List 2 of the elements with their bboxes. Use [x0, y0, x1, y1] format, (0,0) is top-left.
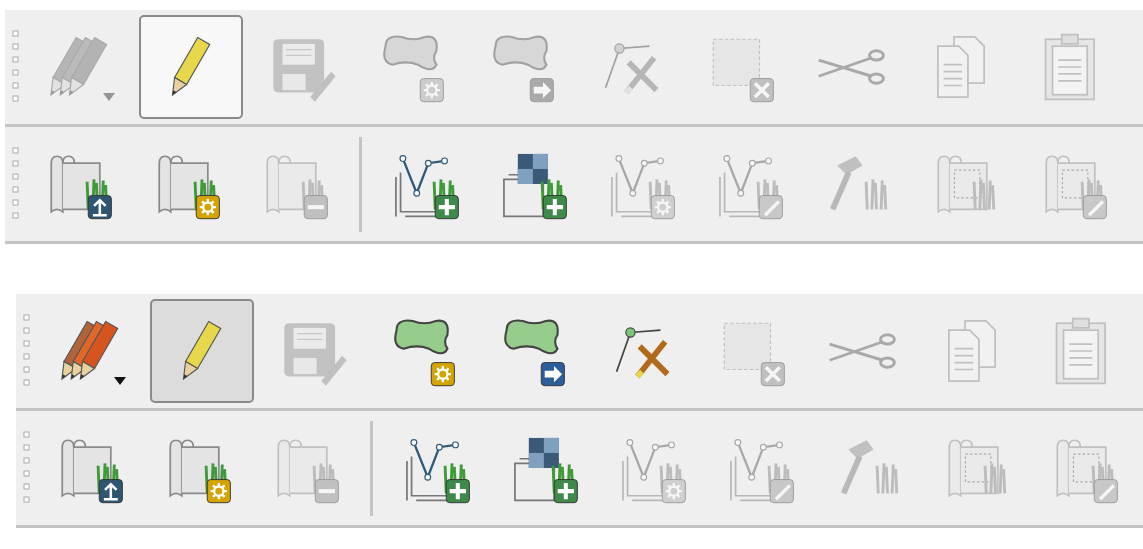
dropdown-caret-icon [103, 93, 115, 101]
dropdown-caret-icon [114, 377, 126, 385]
